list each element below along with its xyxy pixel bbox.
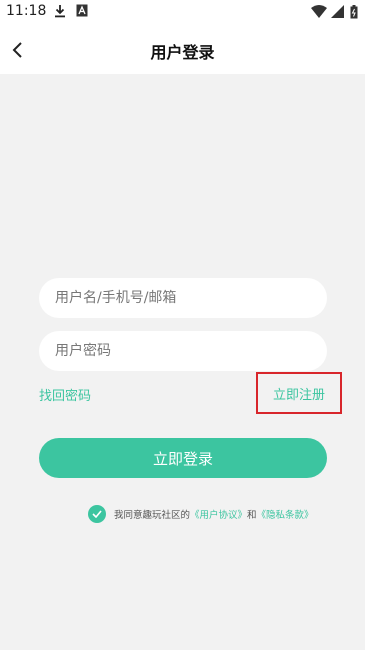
login-button[interactable]: 立即登录	[39, 438, 327, 478]
status-time: 11:18	[6, 3, 47, 19]
wifi-icon	[311, 5, 327, 18]
page-title: 用户登录	[150, 43, 215, 62]
status-bar: 11:18	[0, 0, 365, 26]
nav-bar: 用户登录	[0, 26, 365, 74]
password-input[interactable]	[39, 331, 327, 371]
privacy-policy-link[interactable]: 《隐私条款》	[257, 507, 314, 521]
agreement-checkbox[interactable]	[88, 505, 106, 523]
register-link[interactable]: 立即注册	[256, 372, 342, 414]
a-notification-icon	[76, 4, 88, 17]
download-icon	[55, 5, 65, 18]
agreement-prefix: 我同意趣玩社区的	[114, 510, 191, 521]
register-link-label: 立即注册	[272, 387, 325, 403]
password-field[interactable]	[39, 331, 327, 371]
agreement-conjunction: 和	[247, 510, 257, 521]
user-agreement-link[interactable]: 《用户协议》	[190, 507, 247, 521]
forgot-password-link[interactable]: 找回密码	[39, 385, 91, 404]
login-form: 找回密码 立即注册 立即登录 我同意趣玩社区的 《用户协议》 和 《隐私条款》	[0, 74, 365, 650]
username-input[interactable]	[39, 278, 327, 318]
signal-icon	[331, 5, 344, 18]
username-field[interactable]	[39, 278, 327, 318]
battery-icon	[350, 5, 358, 19]
agreement-row: 我同意趣玩社区的 《用户协议》 和 《隐私条款》	[88, 504, 314, 524]
checkmark-icon	[92, 510, 102, 518]
